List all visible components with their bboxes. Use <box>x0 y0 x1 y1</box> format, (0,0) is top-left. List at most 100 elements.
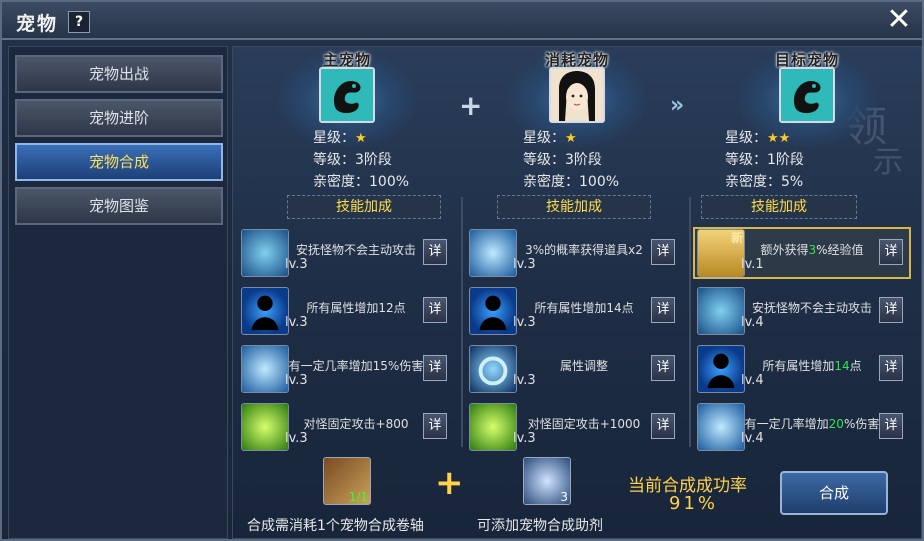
skill-header: 技能加成 <box>497 195 651 219</box>
skill-level: lv.3 <box>513 431 536 446</box>
skill-level: lv.4 <box>741 373 764 388</box>
shell-icon[interactable] <box>241 229 289 277</box>
chain-icon[interactable] <box>469 403 517 451</box>
skill-detail-button[interactable]: 详 <box>651 297 675 323</box>
skill-detail-button[interactable]: 详 <box>879 355 903 381</box>
compose-panel: 领 示 主宠物 星级：★ 等级：3阶段 亲密度：100% 技能加成 消耗宠物 星… <box>232 46 922 539</box>
shell-icon[interactable] <box>697 287 745 335</box>
skill-header-label: 技能加成 <box>546 199 602 215</box>
level-row: 等级：3阶段 <box>523 149 602 169</box>
character-face-icon <box>551 69 603 121</box>
skill-detail-button[interactable]: 详 <box>423 297 447 323</box>
plus-icon: + <box>435 463 464 503</box>
star-rating: ★★ <box>767 131 791 146</box>
level-value: 1阶段 <box>767 152 804 168</box>
pet-portrait[interactable] <box>549 67 605 123</box>
skill-item: 有一定几率增加15%伤害 lv.3 详 <box>235 343 451 395</box>
skill-name: 所有属性增加14点 <box>534 301 634 315</box>
sidebar-item-pet-advance[interactable]: 宠物进阶 <box>15 99 223 137</box>
skill-level: lv.3 <box>513 257 536 272</box>
skill-detail-button[interactable]: 详 <box>651 413 675 439</box>
skill-item: 安抚怪物不会主动攻击 lv.4 详 <box>691 285 907 337</box>
plus-icon: + <box>459 89 483 122</box>
skill-item: 所有属性增加12点 lv.3 详 <box>235 285 451 337</box>
skill-detail-button[interactable]: 详 <box>651 239 675 265</box>
skill-name-prefix: 额外获得 <box>760 243 809 257</box>
skill-name: 所有属性增加14点 <box>743 357 881 374</box>
skill-header: 技能加成 <box>287 195 441 219</box>
skill-level: lv.3 <box>285 373 308 388</box>
skill-name: 属性调整 <box>559 359 608 373</box>
skill-name-value: 3 <box>808 243 817 257</box>
gems-icon[interactable] <box>469 229 517 277</box>
skill-detail-button[interactable]: 详 <box>651 355 675 381</box>
dragon-emblem-icon <box>321 69 373 121</box>
skill-level: lv.4 <box>741 315 764 330</box>
skill-detail-button[interactable]: 详 <box>879 239 903 265</box>
pet-window: 宠物 ? ✕ 宠物出战 宠物进阶 宠物合成 宠物图鉴 领 示 主宠物 星级：★ <box>0 0 924 541</box>
skill-name: 3%的概率获得道具x2 <box>525 243 643 257</box>
star-label: 星级： <box>313 130 355 146</box>
scroll-caption: 合成需消耗1个宠物合成卷轴 <box>247 518 424 534</box>
silhouette-icon[interactable] <box>697 345 745 393</box>
skill-name-value: 14 <box>834 359 850 373</box>
skill-name-prefix: 有一定几率增加 <box>744 417 829 431</box>
star-row: 星级：★ <box>313 127 367 147</box>
sidebar: 宠物出战 宠物进阶 宠物合成 宠物图鉴 <box>8 46 228 539</box>
skill-name-suffix: %经验值 <box>816 243 864 257</box>
dragon-emblem-icon <box>781 69 833 121</box>
catalyst-item-icon[interactable]: 3 <box>523 457 571 505</box>
scroll-item-icon[interactable]: 1/1 <box>323 457 371 505</box>
compose-footer: 1/1 合成需消耗1个宠物合成卷轴 + 3 可添加宠物合成助剂 当前合成成功率 … <box>233 453 923 539</box>
star-rating: ★ <box>355 131 367 146</box>
sidebar-item-pet-battle[interactable]: 宠物出战 <box>15 55 223 93</box>
skill-name-value: 20 <box>828 417 844 431</box>
intimacy-value: 5% <box>781 174 804 190</box>
success-rate-value: 91% <box>669 493 719 514</box>
skill-detail-button[interactable]: 详 <box>423 239 447 265</box>
silhouette-icon[interactable] <box>241 287 289 335</box>
level-row: 等级：1阶段 <box>725 149 804 169</box>
blade-icon[interactable] <box>241 345 289 393</box>
skill-detail-button[interactable]: 详 <box>423 413 447 439</box>
sidebar-item-pet-compose[interactable]: 宠物合成 <box>15 143 223 181</box>
skill-name: 安抚怪物不会主动攻击 <box>295 243 416 257</box>
close-button[interactable]: ✕ <box>884 5 914 36</box>
skill-level: lv.1 <box>741 257 764 272</box>
sidebar-item-pet-atlas[interactable]: 宠物图鉴 <box>15 187 223 225</box>
skill-level: lv.4 <box>741 431 764 446</box>
skill-name: 有一定几率增加15%伤害 <box>288 359 424 373</box>
skill-name-suffix: 点 <box>849 359 862 373</box>
skill-name: 对怪固定攻击+800 <box>303 417 409 431</box>
help-button[interactable]: ? <box>68 11 90 33</box>
intimacy-row: 亲密度：100% <box>523 171 619 191</box>
star-row: 星级：★ <box>523 127 577 147</box>
title-bar: 宠物 ? ✕ <box>2 2 922 40</box>
chain-icon[interactable] <box>241 403 289 451</box>
intimacy-label: 亲密度： <box>725 174 781 190</box>
skill-detail-button[interactable]: 详 <box>423 355 447 381</box>
ring-icon[interactable] <box>469 345 517 393</box>
chevron-right-icon: » <box>670 93 685 118</box>
silhouette-icon[interactable] <box>469 287 517 335</box>
skill-level: lv.3 <box>513 315 536 330</box>
level-value: 3阶段 <box>355 152 392 168</box>
skill-detail-button[interactable]: 详 <box>879 413 903 439</box>
skill-detail-button[interactable]: 详 <box>879 297 903 323</box>
compose-button[interactable]: 合成 <box>780 471 888 515</box>
skill-name: 有一定几率增加20%伤害 <box>743 415 881 432</box>
skill-item: 所有属性增加14点 lv.4 详 <box>691 343 907 395</box>
intimacy-value: 100% <box>369 174 410 190</box>
skill-name: 对怪固定攻击+1000 <box>527 417 641 431</box>
intimacy-row: 亲密度：100% <box>313 171 409 191</box>
pet-portrait[interactable] <box>319 67 375 123</box>
skill-level: lv.3 <box>285 431 308 446</box>
pet-portrait[interactable] <box>779 67 835 123</box>
skill-header: 技能加成 <box>701 195 857 219</box>
skill-item: 对怪固定攻击+1000 lv.3 详 <box>463 401 679 453</box>
skill-item: 对怪固定攻击+800 lv.3 详 <box>235 401 451 453</box>
scroll-count: 1/1 <box>348 490 368 504</box>
blade-icon[interactable] <box>697 403 745 451</box>
skill-name: 所有属性增加12点 <box>306 301 406 315</box>
skill-item: 新 额外获得3%经验值 lv.1 详 <box>691 227 911 279</box>
